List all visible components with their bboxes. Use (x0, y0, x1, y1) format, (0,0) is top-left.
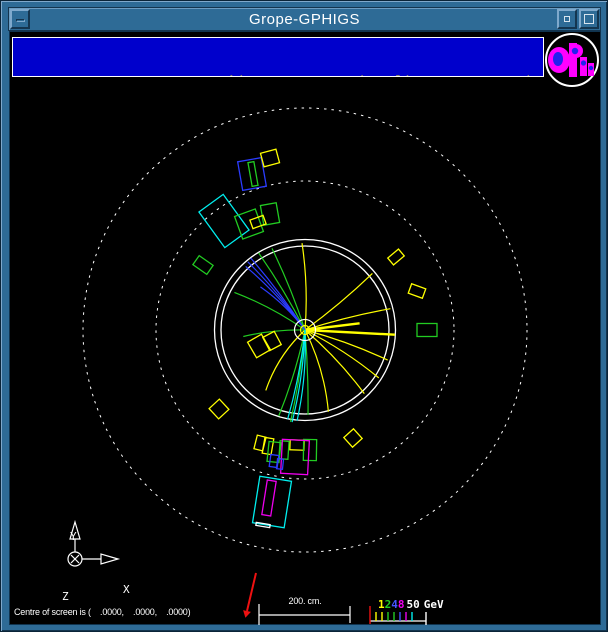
maximize-button[interactable] (579, 9, 599, 29)
titlebar[interactable]: Grope-GPHIGS (8, 7, 601, 31)
square-icon (584, 14, 594, 24)
iconify-dash-icon (16, 19, 25, 22)
scale-bar-label: 200. cm. (250, 596, 360, 606)
y-axis-label: Y (70, 530, 77, 543)
energy-legend-labels: 124850 GeV (378, 598, 444, 611)
energy-legend-entry: 8 (398, 598, 405, 611)
restore-button[interactable] (557, 9, 577, 29)
energy-legend-entry: 4 (391, 598, 398, 611)
energy-legend-entry: 50 (407, 598, 420, 611)
app-window: Grope-GPHIGS Run:event 8402: 96872 Ctrk(… (0, 0, 608, 632)
window-title: Grope-GPHIGS (9, 11, 600, 28)
energy-legend-entry: 2 (385, 598, 392, 611)
centre-of-screen-text: Centre of screen is ( .0000, .0000, .000… (14, 607, 190, 617)
energy-legend-entry: 1 (378, 598, 385, 611)
x-axis-label: X (123, 583, 130, 596)
energy-legend-entry: GeV (424, 598, 444, 611)
scale-bar (259, 604, 350, 625)
z-axis-label: Z (62, 590, 69, 603)
event-display[interactable] (10, 32, 602, 626)
small-square-icon (564, 16, 570, 22)
iconify-button[interactable] (10, 9, 30, 29)
axis-gizmo-icon (68, 522, 118, 566)
display-canvas: Run:event 8402: 96872 Ctrk(N= 65 Sump= 9… (9, 31, 601, 625)
